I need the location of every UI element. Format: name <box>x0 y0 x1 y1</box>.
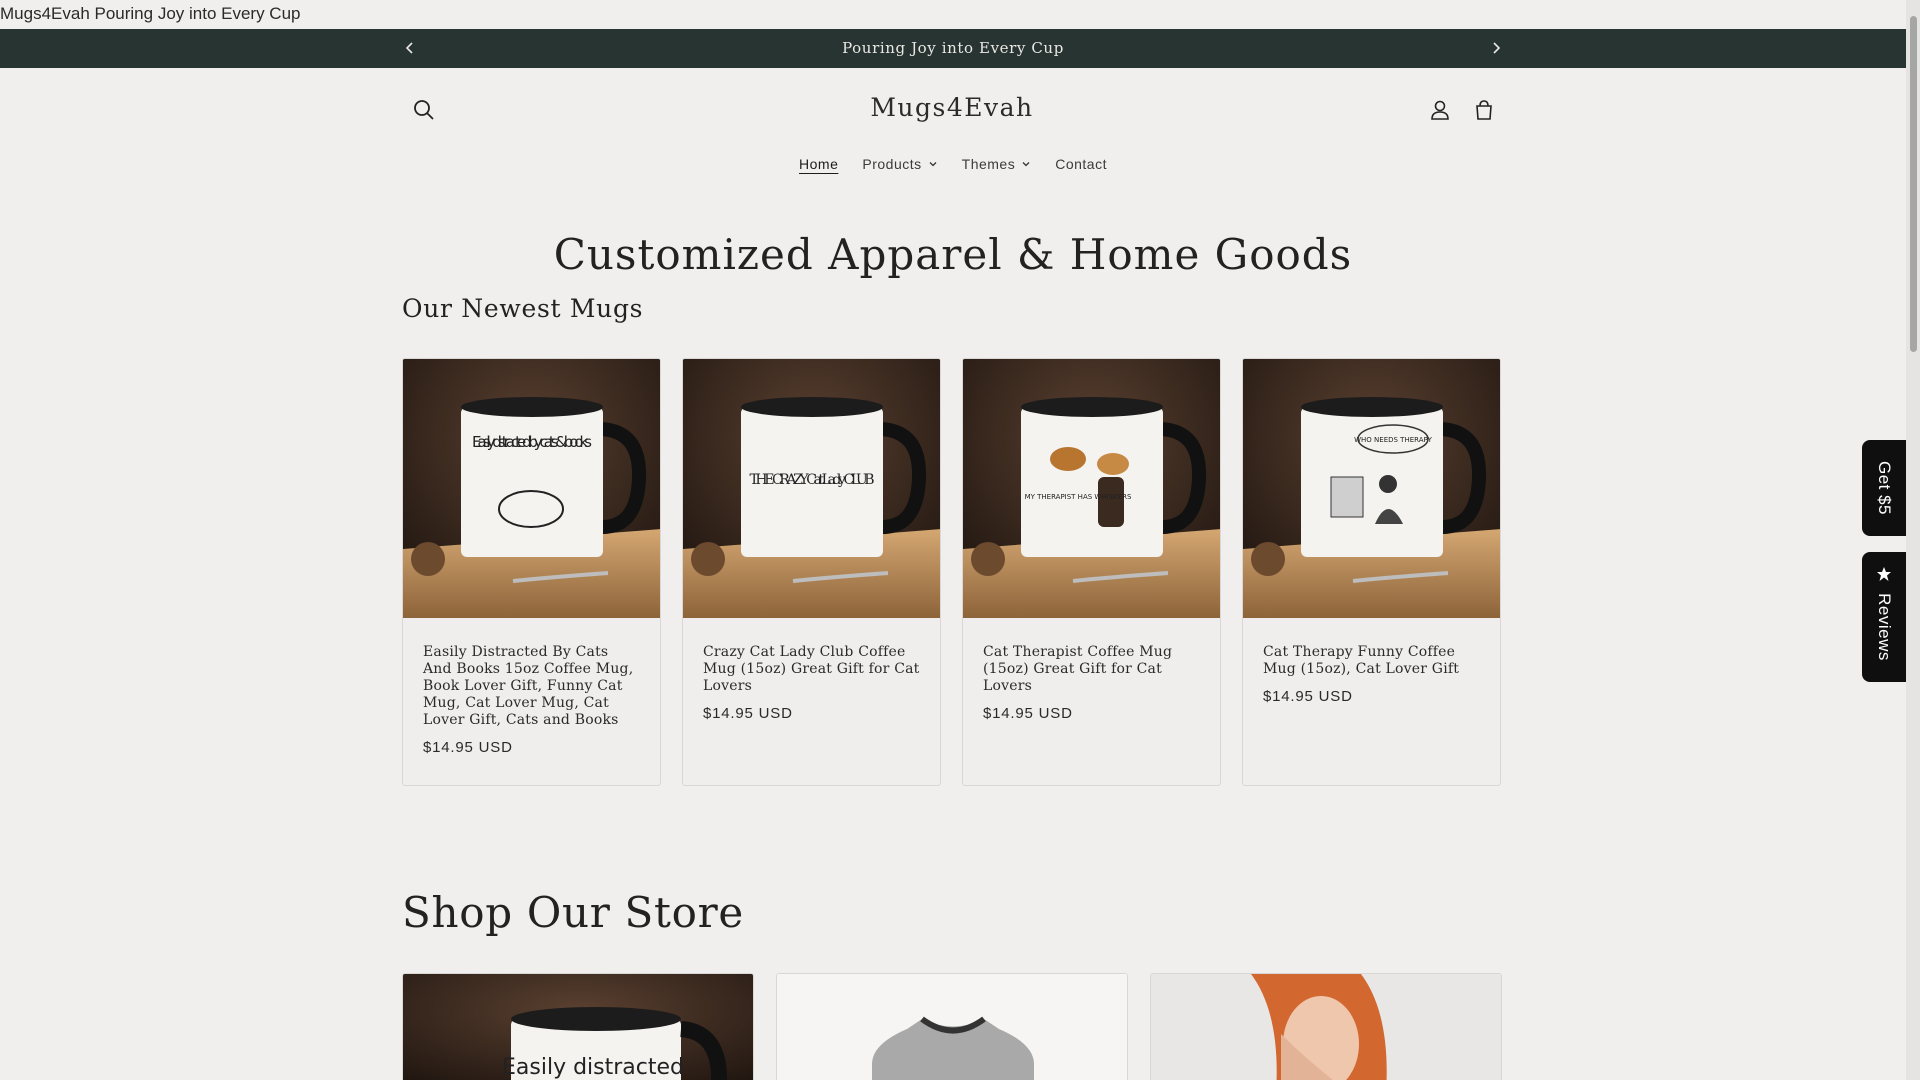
cart-icon[interactable] <box>1470 96 1498 124</box>
collection-image <box>777 974 1127 1080</box>
collection-card-mugs[interactable]: Easily distracted <box>402 973 754 1080</box>
nav-item-products[interactable]: Products <box>862 150 937 178</box>
get-5-label: Get $5 <box>1875 460 1894 516</box>
product-image: WHO NEEDS THERAPY <box>1243 359 1500 618</box>
nav-label: Themes <box>961 156 1016 172</box>
mug-print-text: MY THERAPIST HAS WHISKERS <box>1025 493 1132 501</box>
nav-item-themes[interactable]: Themes <box>962 150 1032 178</box>
product-title[interactable]: Cat Therapy Funny Coffee Mug (15oz), Cat… <box>1263 644 1480 678</box>
scrollbar[interactable] <box>1906 0 1920 1080</box>
window-title: Mugs4Evah Pouring Joy into Every Cup <box>0 0 1906 28</box>
product-card[interactable]: THE CRAZY Cat Lady CLUB Crazy Cat Lady C… <box>682 358 941 786</box>
product-title[interactable]: Cat Therapist Coffee Mug (15oz) Great Gi… <box>983 644 1200 695</box>
product-card[interactable]: WHO NEEDS THERAPY Cat Therapy Funny Coff… <box>1242 358 1501 786</box>
product-image: MY THERAPIST HAS WHISKERS <box>963 359 1220 618</box>
site-header: Mugs4Evah <box>402 90 1502 130</box>
nav-item-home[interactable]: Home <box>799 150 838 178</box>
product-price: $14.95 USD <box>703 705 793 722</box>
section-title-store: Shop Our Store <box>402 888 744 937</box>
hero-title: Customized Apparel & Home Goods <box>553 230 1353 279</box>
main-nav: Home Products Themes Contact <box>0 150 1906 178</box>
product-image: THE CRAZY Cat Lady CLUB <box>683 359 940 618</box>
star-icon <box>1877 567 1891 581</box>
chevron-right-icon[interactable] <box>1488 40 1504 56</box>
product-price: $14.95 USD <box>1263 688 1353 705</box>
product-card[interactable]: MY THERAPIST HAS WHISKERS Cat Therapist … <box>962 358 1221 786</box>
mug-print-text: WHO NEEDS THERAPY <box>1354 436 1432 444</box>
product-title[interactable]: Easily Distracted By Cats And Books 15oz… <box>423 644 640 729</box>
store-collection-grid: Easily distracted <box>402 973 1502 1080</box>
nav-label: Contact <box>1055 156 1107 172</box>
chevron-down-icon <box>929 162 937 167</box>
product-price: $14.95 USD <box>423 739 513 756</box>
collection-image: Easily distracted <box>403 974 753 1080</box>
site-logo[interactable]: Mugs4Evah <box>402 93 1502 122</box>
get-5-tab[interactable]: Get $5 <box>1862 440 1906 536</box>
product-grid: Easily distracted by cats & books Easily… <box>402 358 1502 786</box>
reviews-tab[interactable]: Reviews <box>1862 552 1906 682</box>
chevron-down-icon <box>1022 162 1030 167</box>
account-icon[interactable] <box>1426 96 1454 124</box>
product-title[interactable]: Crazy Cat Lady Club Coffee Mug (15oz) Gr… <box>703 644 920 695</box>
product-image: Easily distracted by cats & books <box>403 359 660 618</box>
collection-image <box>1151 974 1501 1080</box>
nav-label: Products <box>862 156 922 172</box>
nav-label: Home <box>799 156 839 172</box>
mug-print-text: Easily distracted <box>502 1055 684 1080</box>
announcement-bar: Pouring Joy into Every Cup <box>0 29 1906 68</box>
product-price: $14.95 USD <box>983 705 1073 722</box>
scrollbar-thumb[interactable] <box>1910 16 1917 352</box>
collection-card-tees[interactable] <box>1150 973 1502 1080</box>
mug-print-text: Easily distracted by cats & books <box>472 433 592 451</box>
reviews-label: Reviews <box>1875 593 1894 662</box>
collection-card-apparel[interactable] <box>776 973 1128 1080</box>
mug-print-text: THE CRAZY Cat Lady CLUB <box>750 472 875 488</box>
nav-item-contact[interactable]: Contact <box>1055 150 1107 178</box>
product-card[interactable]: Easily distracted by cats & books Easily… <box>402 358 661 786</box>
announcement-text: Pouring Joy into Every Cup <box>842 39 1064 57</box>
section-title-newest: Our Newest Mugs <box>402 294 644 323</box>
